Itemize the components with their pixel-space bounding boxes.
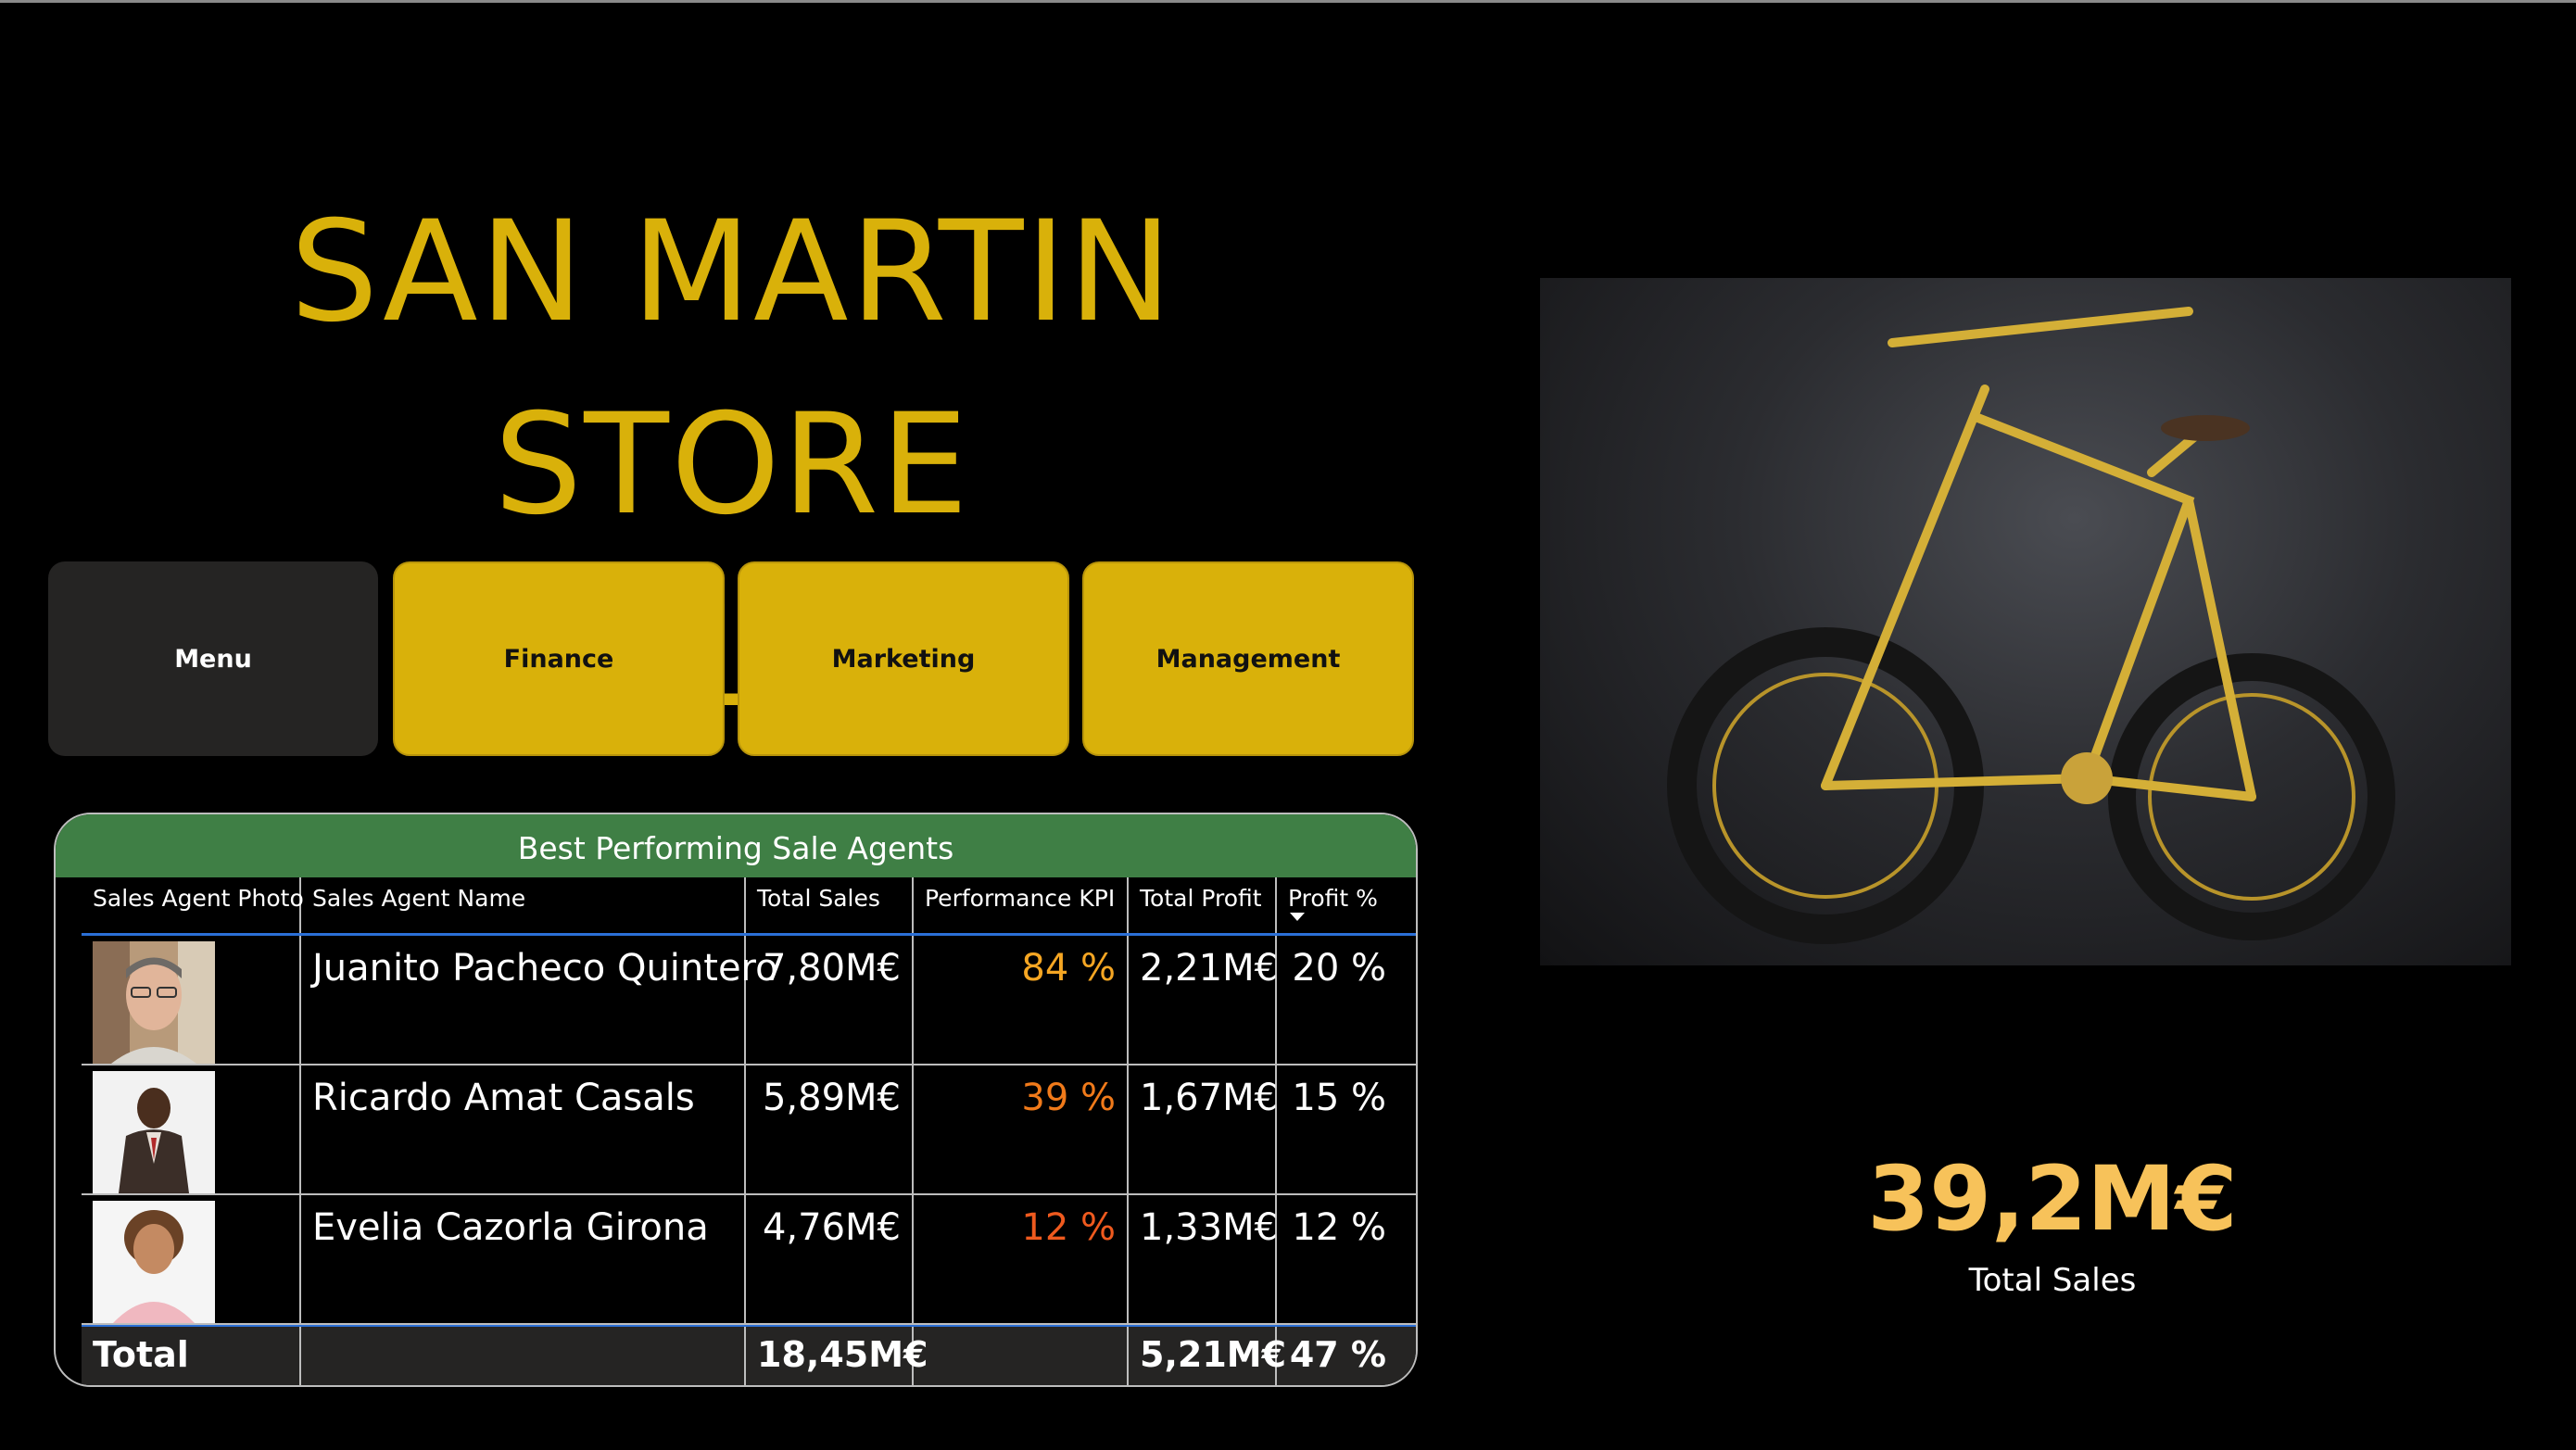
total-profit-sum: 5,21M€: [1129, 1327, 1286, 1385]
agent-photo: [93, 941, 215, 1064]
table-row[interactable]: Juanito Pacheco Quintero 7,80M€ 84 % 2,2…: [82, 936, 1416, 1065]
marketing-button-label: Marketing: [831, 644, 976, 674]
total-label: Total: [82, 1327, 301, 1385]
agent-photo: [93, 1201, 215, 1323]
agent-total-sales: 5,89M€: [746, 1065, 914, 1193]
table-total-row: Total 18,45M€ 5,21M€ 47 %: [82, 1325, 1416, 1385]
finance-button[interactable]: Finance: [393, 561, 725, 756]
agents-table: Sales Agent Photo Sales Agent Name Total…: [82, 877, 1416, 1385]
bike-illustration: [1667, 307, 2395, 944]
col-header-profit-pct[interactable]: Profit %: [1277, 877, 1397, 933]
table-row[interactable]: Ricardo Amat Casals 5,89M€ 39 % 1,67M€ 1…: [82, 1065, 1416, 1195]
total-name-blank: [301, 1327, 746, 1385]
col-header-name[interactable]: Sales Agent Name: [301, 877, 746, 933]
agent-photo-cell: [82, 936, 301, 1064]
agent-kpi: 12 %: [914, 1195, 1129, 1323]
menu-button-label: Menu: [174, 644, 252, 674]
agents-table-title: Best Performing Sale Agents: [56, 814, 1416, 877]
management-button[interactable]: Management: [1082, 561, 1414, 756]
agent-kpi: 84 %: [914, 936, 1129, 1064]
col-header-total-profit[interactable]: Total Profit: [1129, 877, 1277, 933]
page-title-line-1: SAN MARTIN STORE: [290, 192, 1174, 546]
col-header-total-sales[interactable]: Total Sales: [746, 877, 914, 933]
agent-kpi: 39 %: [914, 1065, 1129, 1193]
agent-name: Evelia Cazorla Girona: [301, 1195, 746, 1323]
total-sales-kpi-label: Total Sales: [1968, 1262, 2137, 1299]
management-button-label: Management: [1155, 644, 1341, 674]
agent-photo-cell: [82, 1195, 301, 1323]
agent-total-profit: 1,33M€: [1129, 1195, 1278, 1323]
golden-bike-image: [1540, 278, 2511, 965]
agent-name: Ricardo Amat Casals: [301, 1065, 746, 1193]
col-header-profit-pct-label: Profit %: [1288, 885, 1378, 912]
agent-total-profit: 2,21M€: [1129, 936, 1278, 1064]
agent-total-sales: 7,80M€: [746, 936, 914, 1064]
agent-total-sales: 4,76M€: [746, 1195, 914, 1323]
col-header-kpi[interactable]: Performance KPI: [914, 877, 1129, 933]
table-row[interactable]: Evelia Cazorla Girona 4,76M€ 12 % 1,33M€…: [82, 1195, 1416, 1325]
col-header-photo[interactable]: Sales Agent Photo: [82, 877, 304, 933]
total-kpi-blank: [914, 1327, 1129, 1385]
total-profit-pct: 47 %: [1289, 1334, 1386, 1375]
agent-profit-pct: 20 %: [1292, 947, 1386, 990]
menu-button[interactable]: Menu: [48, 561, 378, 756]
total-sales-kpi-value: 39,2M€: [1867, 1147, 2238, 1251]
finance-button-label: Finance: [503, 644, 614, 674]
agent-photo: [93, 1071, 215, 1193]
marketing-button[interactable]: Marketing: [738, 561, 1069, 756]
agent-profit-pct: 12 %: [1292, 1206, 1386, 1249]
sort-descending-icon[interactable]: [1290, 913, 1305, 921]
agent-photo-cell: [82, 1065, 301, 1193]
total-sales-sum: 18,45M€: [746, 1327, 928, 1385]
table-header-row: Sales Agent Photo Sales Agent Name Total…: [82, 877, 1416, 936]
agent-profit-pct: 15 %: [1292, 1077, 1386, 1119]
agent-name: Juanito Pacheco Quintero: [301, 936, 778, 1064]
agents-table-card: Best Performing Sale Agents Sales Agent …: [54, 813, 1418, 1387]
agent-total-profit: 1,67M€: [1129, 1065, 1278, 1193]
top-frame-line: [0, 0, 2576, 3]
